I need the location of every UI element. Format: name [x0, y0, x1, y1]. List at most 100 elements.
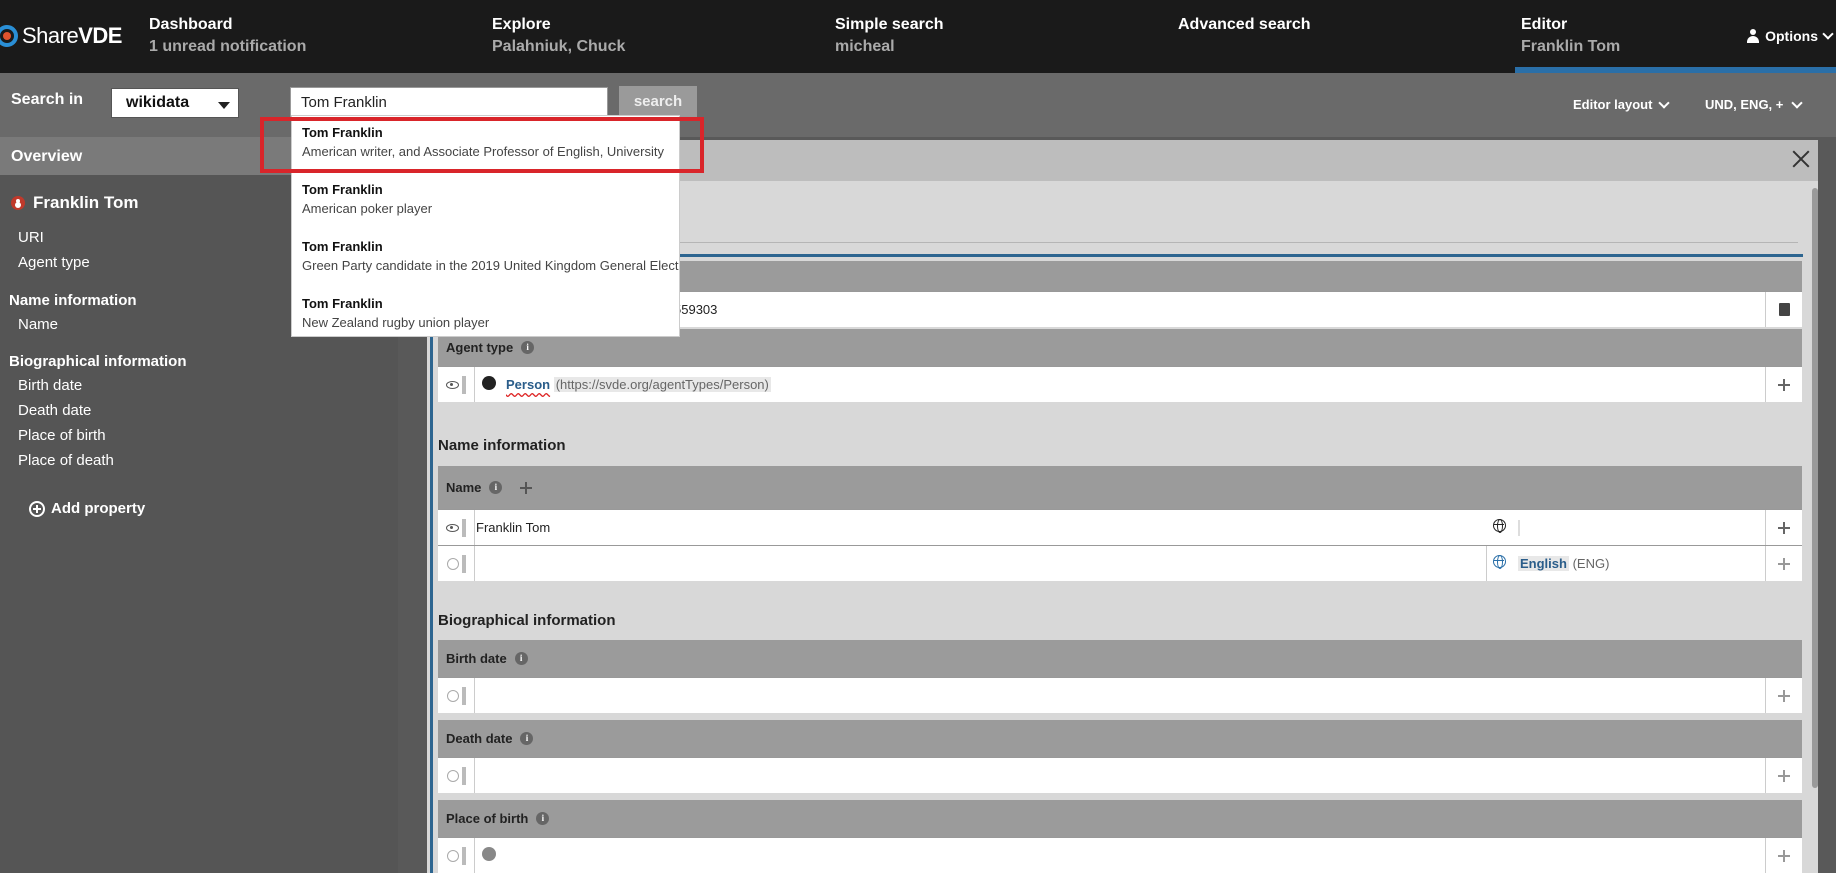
name-header: Name i	[438, 466, 1802, 509]
plus-icon	[1778, 557, 1790, 570]
agent-type-label: Agent type	[446, 340, 514, 355]
top-navigation: ShareVDE Dashboard 1 unread notification…	[0, 0, 1836, 73]
visibility-toggle[interactable]	[438, 367, 475, 402]
sidebar-item-birth-date[interactable]: Birth date	[18, 377, 82, 394]
suggestion-item[interactable]: Tom Franklin American writer, and Associ…	[292, 116, 679, 173]
suggestion-item[interactable]: Tom Franklin New Zealand rugby union pla…	[292, 287, 679, 336]
radio-icon	[446, 849, 459, 862]
add-name-icon[interactable]	[520, 481, 533, 494]
tab-subtitle: micheal	[835, 38, 895, 55]
radio-icon	[446, 689, 459, 702]
tab-subtitle: Franklin Tom	[1521, 38, 1621, 55]
birth-date-row	[438, 677, 1802, 713]
visibility-toggle[interactable]	[438, 758, 475, 793]
drag-handle	[461, 554, 466, 573]
tab-subtitle: 1 unread notification	[149, 38, 307, 55]
options-menu[interactable]: Options	[1747, 28, 1836, 44]
tab-title: Advanced search	[1178, 16, 1311, 33]
visibility-toggle[interactable]	[438, 510, 475, 545]
suggestion-item[interactable]: Tom Franklin American poker player	[292, 173, 679, 230]
place-of-birth-label: Place of birth	[446, 811, 529, 826]
editor-layout-menu[interactable]: Editor layout	[1573, 96, 1671, 112]
add-language-button[interactable]	[1765, 546, 1802, 581]
add-agent-type-button[interactable]	[1765, 367, 1802, 402]
biographical-information-title: Biographical information	[438, 612, 616, 629]
sidebar-item-place-of-birth[interactable]: Place of birth	[18, 427, 106, 444]
info-icon[interactable]: i	[536, 812, 550, 825]
sidebar-item-name[interactable]: Name	[18, 316, 58, 333]
add-birth-date-button[interactable]	[1765, 678, 1802, 713]
add-circle-icon	[29, 500, 45, 517]
plus-icon	[1778, 849, 1790, 862]
name-label: Name	[446, 480, 482, 495]
language-code: (ENG)	[1572, 556, 1610, 571]
globe-icon	[1493, 555, 1506, 569]
death-date-row	[438, 757, 1802, 793]
drag-handle	[461, 766, 466, 785]
sidebar-section-name-information[interactable]: Name information	[9, 292, 137, 309]
source-select[interactable]: wikidata	[111, 88, 239, 118]
add-place-of-birth-button[interactable]	[1765, 838, 1802, 873]
language-field[interactable]	[1518, 520, 1520, 536]
tab-editor[interactable]: Editor Franklin Tom	[1514, 14, 1836, 73]
tab-dashboard[interactable]: Dashboard 1 unread notification	[149, 14, 306, 58]
editor-layout-label: Editor layout	[1573, 97, 1653, 112]
tab-simple-search[interactable]: Simple search micheal	[835, 14, 944, 58]
entity-title[interactable]: Franklin Tom	[11, 193, 138, 213]
globe-icon[interactable]	[1493, 519, 1506, 533]
tab-advanced-search[interactable]: Advanced search	[1178, 14, 1311, 36]
sidebar-item-death-date[interactable]: Death date	[18, 402, 91, 419]
suggestion-description: American writer, and Associate Professor…	[302, 144, 664, 159]
divider	[1486, 546, 1487, 581]
sidebar-item-place-of-death[interactable]: Place of death	[18, 452, 114, 469]
agent-type-link[interactable]: Person	[506, 377, 550, 392]
visibility-toggle[interactable]	[438, 678, 475, 713]
add-death-date-button[interactable]	[1765, 758, 1802, 793]
info-icon[interactable]: i	[489, 481, 503, 494]
suggestion-item[interactable]: Tom Franklin Green Party candidate in th…	[292, 230, 679, 287]
person-icon	[11, 196, 25, 210]
plus-icon	[1778, 378, 1790, 391]
sidebar-item-uri[interactable]: URI	[18, 229, 44, 246]
user-icon	[1747, 29, 1760, 43]
search-button[interactable]: search	[619, 86, 697, 118]
visibility-toggle[interactable]	[438, 838, 475, 873]
search-suggestions-dropdown: Tom Franklin American writer, and Associ…	[291, 115, 680, 337]
copy-icon	[1778, 303, 1790, 316]
language-selector-label: UND, ENG, +	[1705, 97, 1784, 112]
sharevde-logo[interactable]: ShareVDE	[0, 22, 122, 50]
suggestion-name: Tom Franklin	[302, 182, 383, 197]
chevron-down-icon	[1791, 96, 1804, 109]
uri-copy-button[interactable]	[1765, 292, 1802, 327]
language-selector[interactable]: UND, ENG, +	[1705, 96, 1804, 112]
close-icon[interactable]	[1792, 150, 1810, 168]
name-value[interactable]: Franklin Tom	[476, 520, 550, 535]
chevron-down-icon	[1822, 28, 1834, 40]
agent-type-value: Person (https://svde.org/agentTypes/Pers…	[506, 377, 771, 392]
search-input[interactable]	[290, 87, 608, 118]
info-icon[interactable]: i	[521, 341, 535, 354]
info-icon[interactable]: i	[520, 732, 534, 745]
visibility-toggle[interactable]	[438, 546, 475, 581]
death-date-group: Death date i	[438, 720, 1802, 793]
uri-value[interactable]: 559303	[674, 302, 717, 317]
eye-icon	[446, 380, 459, 389]
chevron-down-icon	[1658, 96, 1671, 109]
info-icon[interactable]: i	[514, 652, 528, 665]
entity-type-icon	[482, 847, 496, 861]
logo-text: ShareVDE	[22, 23, 122, 48]
name-information-title: Name information	[438, 437, 566, 454]
place-of-birth-row	[438, 837, 1802, 873]
plus-icon	[1778, 521, 1790, 534]
add-property-button[interactable]: Add property	[29, 500, 145, 517]
language-link[interactable]: English	[1518, 556, 1569, 571]
search-bar: Search in wikidata search Editor layout …	[0, 73, 1836, 137]
add-name-value-button[interactable]	[1765, 510, 1802, 545]
tab-explore[interactable]: Explore Palahniuk, Chuck	[492, 14, 625, 58]
scrollbar[interactable]	[1812, 188, 1818, 788]
sidebar-section-biographical-information[interactable]: Biographical information	[9, 353, 187, 370]
drag-handle	[462, 375, 466, 394]
place-of-birth-header: Place of birth i	[438, 800, 1802, 837]
sidebar-item-agent-type[interactable]: Agent type	[18, 254, 90, 271]
suggestion-description: New Zealand rugby union player	[302, 315, 490, 330]
